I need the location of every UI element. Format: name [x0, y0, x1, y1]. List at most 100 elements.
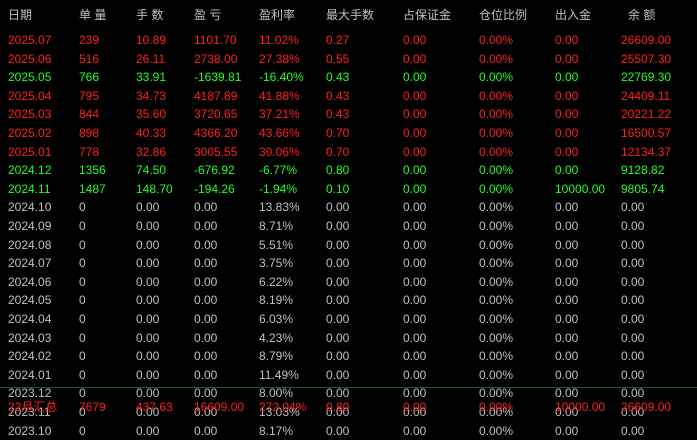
- table-row[interactable]: 2025.02 898 40.33 4366.20 43.66% 0.70 0.00 0.00…: [0, 124, 697, 142]
- cell-profit-rate: 4.23%: [259, 330, 294, 345]
- cell-profit-rate: 8.19%: [259, 293, 294, 308]
- summary-profit-loss: 16609.00: [194, 400, 245, 414]
- cell-lots: 0.00: [136, 274, 160, 289]
- cell-balance: 0.00: [621, 367, 645, 382]
- cell-deposit-withdrawal: 10000.00: [555, 181, 606, 196]
- summary-position-ratio: 0.00%: [479, 400, 514, 414]
- cell-balance: 22769.30: [621, 70, 672, 85]
- cell-profit-loss: 0.00: [194, 312, 218, 326]
- cell-profit-rate: 8.17%: [259, 423, 294, 438]
- table-row[interactable]: 2025.03 844 35.60 3720.65 37.21% 0.43 0.00 0.00…: [0, 105, 697, 123]
- summary-profit-rate: 272.04%: [259, 400, 307, 414]
- header-profit-loss[interactable]: 盈 亏: [194, 6, 221, 23]
- cell-lots: 0.00: [136, 200, 160, 215]
- header-profit-rate[interactable]: 盈利率: [259, 6, 295, 23]
- cell-order-count: 795: [79, 88, 100, 103]
- cell-profit-loss: -1639.81: [194, 70, 242, 85]
- table-row[interactable]: 2024.09 0 0.00 0.00 8.71% 0.00 0.00 0.00% 0.00 0.…: [0, 217, 697, 235]
- header-deposit-withdrawal[interactable]: 出入金: [555, 6, 591, 23]
- cell-position-ratio: 0.00%: [479, 367, 514, 382]
- table-row[interactable]: 2024.06 0 0.00 0.00 6.22% 0.00 0.00 0.00% 0.00 0.…: [0, 273, 697, 291]
- cell-date: 2024.02: [8, 349, 52, 364]
- table-row[interactable]: 2025.07 239 10.89 1101.70 11.02% 0.27 0.00 0.00…: [0, 31, 697, 49]
- table-row[interactable]: 2023.10 0 0.00 0.00 8.17% 0.00 0.00 0.00% 0.00 0.…: [0, 422, 697, 440]
- table-row[interactable]: 2025.01 778 32.86 3005.55 30.06% 0.70 0.00 0.00…: [0, 143, 697, 161]
- cell-date: 2025.06: [8, 51, 52, 66]
- summary-row[interactable]: 22月汇总 7679 437.63 16609.00 272.04% 0.80 0.00 0.…: [0, 398, 697, 416]
- cell-lots: 40.33: [136, 126, 167, 140]
- cell-margin-used: 0.00: [403, 330, 427, 345]
- table-row[interactable]: 2024.10 0 0.00 0.00 13.83% 0.00 0.00 0.00% 0.00 0…: [0, 198, 697, 216]
- cell-order-count: 0: [79, 312, 86, 326]
- header-lots[interactable]: 手 数: [136, 6, 163, 23]
- header-date[interactable]: 日期: [8, 6, 32, 23]
- cell-profit-rate: 11.49%: [259, 367, 299, 382]
- cell-margin-used: 0.00: [403, 256, 427, 271]
- cell-max-lots: 0.00: [326, 293, 350, 308]
- table-row[interactable]: 2024.07 0 0.00 0.00 3.75% 0.00 0.00 0.00% 0.00 0.…: [0, 254, 697, 272]
- header-margin-used[interactable]: 占保证金: [403, 6, 451, 23]
- cell-deposit-withdrawal: 0.00: [555, 349, 579, 364]
- cell-profit-rate: -6.77%: [259, 163, 298, 178]
- cell-margin-used: 0.00: [403, 126, 427, 140]
- table-row[interactable]: 2024.02 0 0.00 0.00 8.79% 0.00 0.00 0.00% 0.00 0.…: [0, 347, 697, 365]
- cell-deposit-withdrawal: 0.00: [555, 367, 579, 382]
- cell-profit-loss: 3005.55: [194, 144, 238, 159]
- cell-profit-loss: 4187.89: [194, 88, 238, 103]
- header-max-lots[interactable]: 最大手数: [326, 6, 374, 23]
- table-header: 日期 单 量 手 数 盈 亏 盈利率 最大手数 占保证金 仓位比例 出入金 余 …: [0, 0, 697, 24]
- table-row[interactable]: 2024.11 1487 148.70 -194.26 -1.94% 0.10 0.00 0.…: [0, 180, 697, 198]
- cell-profit-rate: 3.75%: [259, 256, 294, 271]
- cell-deposit-withdrawal: 0.00: [555, 33, 579, 47]
- cell-profit-loss: 0.00: [194, 237, 218, 252]
- cell-position-ratio: 0.00%: [479, 200, 514, 215]
- cell-date: 2024.06: [8, 274, 52, 289]
- summary-margin-used: 0.00: [403, 400, 427, 414]
- cell-order-count: 898: [79, 126, 100, 140]
- cell-profit-rate: 6.03%: [259, 312, 294, 326]
- header-order-count[interactable]: 单 量: [79, 6, 106, 23]
- table-row[interactable]: 2024.05 0 0.00 0.00 8.19% 0.00 0.00 0.00% 0.00 0.…: [0, 291, 697, 309]
- cell-lots: 0.00: [136, 293, 160, 308]
- table-row[interactable]: 2024.03 0 0.00 0.00 4.23% 0.00 0.00 0.00% 0.00 0.…: [0, 329, 697, 347]
- cell-deposit-withdrawal: 0.00: [555, 237, 579, 252]
- cell-date: 2025.04: [8, 88, 52, 103]
- cell-margin-used: 0.00: [403, 107, 427, 122]
- table-row[interactable]: 2024.04 0 0.00 0.00 6.03% 0.00 0.00 0.00% 0.00 0.…: [0, 310, 697, 328]
- table-row[interactable]: 2024.01 0 0.00 0.00 11.49% 0.00 0.00 0.00% 0.00 0…: [0, 366, 697, 384]
- cell-max-lots: 0.00: [326, 256, 350, 271]
- cell-order-count: 0: [79, 423, 86, 438]
- cell-balance: 0.00: [621, 312, 645, 326]
- table-row[interactable]: 2025.04 795 34.73 4187.89 41.88% 0.43 0.00 0.00…: [0, 87, 697, 105]
- cell-balance: 0.00: [621, 256, 645, 271]
- cell-margin-used: 0.00: [403, 237, 427, 252]
- table-row[interactable]: 2024.12 1356 74.50 -676.92 -6.77% 0.80 0.00 0.0…: [0, 161, 697, 179]
- cell-order-count: 0: [79, 237, 86, 252]
- table-row[interactable]: 2025.06 516 26.11 2738.00 27.38% 0.55 0.00 0.00…: [0, 50, 697, 68]
- cell-position-ratio: 0.00%: [479, 163, 514, 178]
- cell-margin-used: 0.00: [403, 293, 427, 308]
- cell-profit-loss: -676.92: [194, 163, 235, 178]
- cell-margin-used: 0.00: [403, 312, 427, 326]
- cell-balance: 24409.11: [621, 88, 671, 103]
- header-balance[interactable]: 余 额: [628, 6, 655, 23]
- cell-balance: 26609.00: [621, 33, 672, 47]
- cell-order-count: 0: [79, 219, 86, 233]
- cell-profit-loss: 0.00: [194, 330, 218, 345]
- cell-profit-rate: 37.21%: [259, 107, 300, 122]
- cell-date: 2024.09: [8, 219, 52, 233]
- cell-deposit-withdrawal: 0.00: [555, 88, 579, 103]
- cell-lots: 0.00: [136, 256, 160, 271]
- table-row[interactable]: 2024.08 0 0.00 0.00 5.51% 0.00 0.00 0.00% 0.00 0.…: [0, 236, 697, 254]
- header-position-ratio[interactable]: 仓位比例: [479, 6, 527, 23]
- cell-position-ratio: 0.00%: [479, 88, 514, 103]
- cell-margin-used: 0.00: [403, 51, 427, 66]
- cell-order-count: 0: [79, 200, 86, 215]
- cell-max-lots: 0.00: [326, 349, 350, 364]
- cell-deposit-withdrawal: 0.00: [555, 293, 579, 308]
- cell-lots: 10.89: [136, 33, 167, 47]
- cell-profit-rate: 8.79%: [259, 349, 294, 364]
- table-row[interactable]: 2025.05 766 33.91 -1639.81 -16.40% 0.43 0.00 0.…: [0, 68, 697, 86]
- cell-balance: 25507.30: [621, 51, 672, 66]
- cell-balance: 20221.22: [621, 107, 672, 122]
